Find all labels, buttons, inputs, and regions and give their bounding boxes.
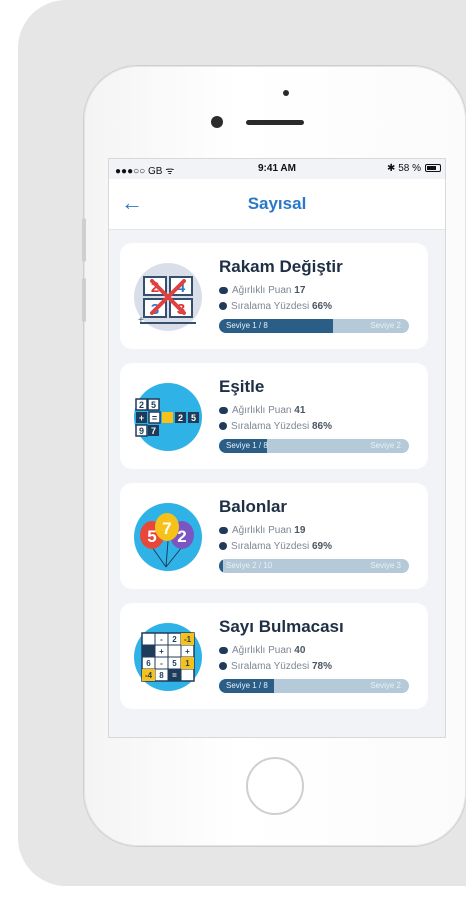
art-digit: + — [159, 647, 164, 656]
volume-down-button — [82, 278, 86, 322]
pie-chart-icon — [219, 542, 227, 551]
art-digit: 8 — [159, 671, 164, 680]
weighted-points: Ağırlıklı Puan 40 — [219, 645, 305, 656]
mask-icon — [219, 526, 228, 534]
level-progress-bar: Seviye 2 / 10 Seviye 3 — [219, 559, 409, 573]
weighted-points-value: 40 — [294, 645, 306, 656]
sayi-bulmacasi-illustration-icon: - 2 -1 + + 6 - 5 1 -4 8 = — [134, 623, 202, 691]
art-digit: 1 — [185, 659, 190, 668]
status-bar: ●●●○○ GB ᯤ 9:41 AM ✱ 58 % — [109, 159, 445, 179]
weighted-points: Ağırlıklı Puan 17 — [219, 285, 305, 296]
mask-icon — [219, 286, 228, 294]
art-digit: -1 — [184, 635, 192, 644]
game-card-esitle[interactable]: 2 5 + = 2 5 9 7 Eşitle Ağırlıklı Puan 41… — [120, 363, 428, 469]
art-digit: 2 — [172, 635, 177, 644]
art-digit: 5 — [191, 413, 196, 423]
page-title: Sayısal — [247, 194, 307, 213]
game-title: Rakam Değiştir — [219, 257, 343, 276]
rank-percentile-label: Sıralama Yüzdesi — [231, 541, 310, 552]
svg-text:+: + — [138, 315, 144, 326]
next-level: Seviye 2 — [370, 441, 401, 450]
next-level: Seviye 2 — [370, 681, 401, 690]
art-digit: - — [160, 659, 163, 668]
weighted-points-value: 17 — [294, 285, 306, 296]
game-title: Eşitle — [219, 377, 265, 396]
art-digit: 2 — [178, 413, 183, 423]
weighted-points-value: 41 — [294, 405, 306, 416]
rank-percentile-label: Sıralama Yüzdesi — [231, 421, 310, 432]
weighted-points-label: Ağırlıklı Puan — [232, 645, 292, 656]
game-title: Balonlar — [219, 497, 288, 516]
home-button[interactable] — [246, 757, 304, 815]
art-digit: 7 — [162, 519, 171, 538]
art-digit: 2 — [177, 527, 186, 546]
proximity-sensor — [283, 90, 289, 96]
art-digit: 5 — [151, 400, 156, 410]
art-digit: + — [185, 647, 190, 656]
next-level: Seviye 2 — [370, 321, 401, 330]
pie-chart-icon — [219, 422, 227, 431]
volume-up-button — [82, 218, 86, 262]
battery-percent: ✱ 58 % — [387, 163, 421, 174]
art-digit: + — [139, 413, 144, 423]
front-camera — [211, 116, 223, 128]
rakam-degistir-illustration-icon: 2 4 3 3 + — [134, 263, 202, 331]
current-level: Seviye 1 / 8 — [226, 321, 268, 330]
weighted-points: Ağırlıklı Puan 41 — [219, 405, 305, 416]
app-screen: ●●●○○ GB ᯤ 9:41 AM ✱ 58 % ← Sayısal 2 4 … — [109, 159, 445, 737]
rank-percentile: Sıralama Yüzdesi 66% — [219, 301, 332, 312]
rank-percentile-value: 78% — [311, 661, 332, 672]
game-card-sayi-bulmacasi[interactable]: - 2 -1 + + 6 - 5 1 -4 8 = Sayı Bulmacası… — [120, 603, 428, 709]
rank-percentile-value: 86% — [311, 421, 332, 432]
current-level: Seviye 1 / 8 — [226, 441, 268, 450]
rank-percentile-label: Sıralama Yüzdesi — [231, 301, 310, 312]
battery-icon — [425, 164, 441, 172]
rank-percentile-value: 69% — [311, 541, 332, 552]
art-digit: 5 — [147, 527, 156, 546]
art-digit: = — [152, 413, 157, 423]
rank-percentile: Sıralama Yüzdesi 78% — [219, 661, 332, 672]
weighted-points: Ağırlıklı Puan 19 — [219, 525, 305, 536]
level-progress-bar: Seviye 1 / 8 Seviye 2 — [219, 319, 409, 333]
art-digit: = — [172, 671, 177, 680]
art-digit: 6 — [146, 659, 151, 668]
rank-percentile: Sıralama Yüzdesi 86% — [219, 421, 332, 432]
current-level: Seviye 2 / 10 — [226, 561, 273, 570]
weighted-points-value: 19 — [294, 525, 306, 536]
level-progress-bar: Seviye 1 / 8 Seviye 2 — [219, 679, 409, 693]
nav-bar: ← Sayısal — [109, 179, 445, 230]
weighted-points-label: Ağırlıklı Puan — [232, 525, 292, 536]
pie-chart-icon — [219, 662, 227, 671]
balonlar-illustration-icon: 5 7 2 — [134, 503, 202, 571]
pie-chart-icon — [219, 302, 227, 311]
game-title: Sayı Bulmacası — [219, 617, 344, 636]
art-digit: 5 — [172, 659, 177, 668]
rank-percentile-value: 66% — [311, 301, 332, 312]
art-digit: - — [160, 635, 163, 644]
mask-icon — [219, 646, 228, 654]
level-progress-fill — [219, 559, 223, 573]
level-progress-bar: Seviye 1 / 8 Seviye 2 — [219, 439, 409, 453]
mask-icon — [219, 406, 228, 414]
weighted-points-label: Ağırlıklı Puan — [232, 285, 292, 296]
current-level: Seviye 1 / 8 — [226, 681, 268, 690]
esitle-illustration-icon: 2 5 + = 2 5 9 7 — [134, 383, 202, 451]
next-level: Seviye 3 — [370, 561, 401, 570]
rank-percentile: Sıralama Yüzdesi 69% — [219, 541, 332, 552]
game-card-balonlar[interactable]: 5 7 2 Balonlar Ağırlıklı Puan 19 Sıralam… — [120, 483, 428, 589]
art-digit: 2 — [139, 400, 144, 410]
rank-percentile-label: Sıralama Yüzdesi — [231, 661, 310, 672]
game-card-rakam-degistir[interactable]: 2 4 3 3 + Rakam Değiştir Ağırlıklı Puan … — [120, 243, 428, 349]
art-digit: 9 — [139, 426, 144, 436]
art-digit: -4 — [145, 671, 153, 680]
earpiece-speaker — [246, 120, 304, 125]
art-digit: 7 — [151, 426, 156, 436]
weighted-points-label: Ağırlıklı Puan — [232, 405, 292, 416]
